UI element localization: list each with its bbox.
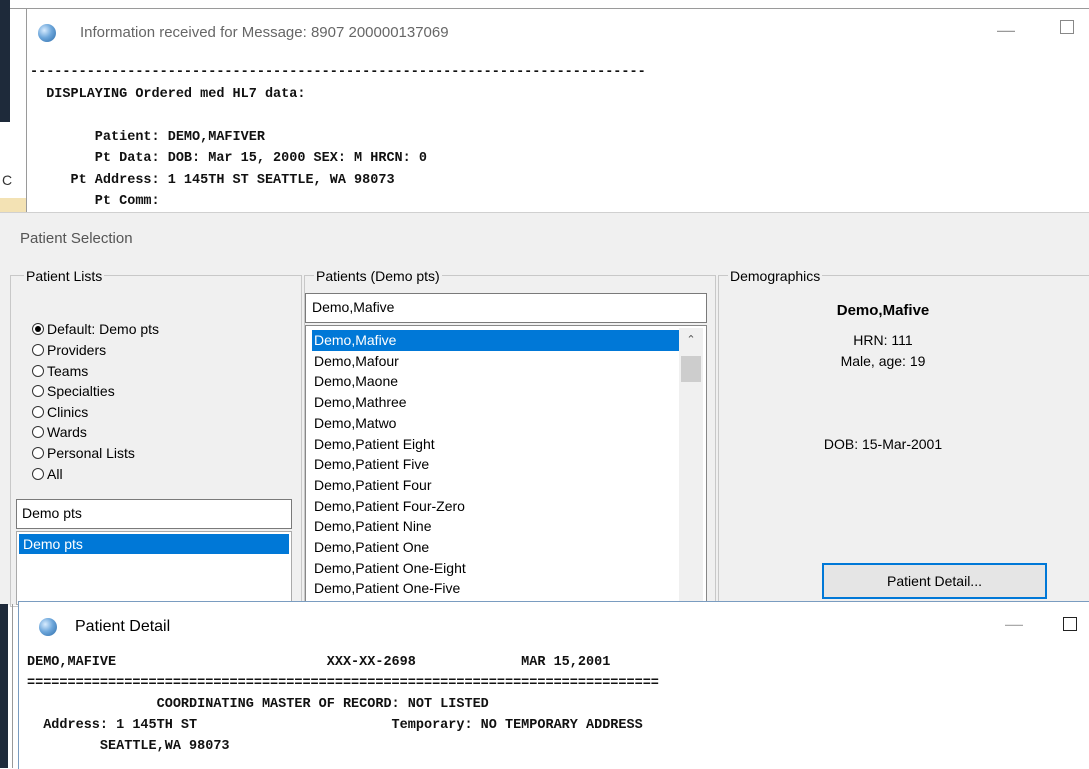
- radio-icon[interactable]: [32, 426, 44, 438]
- list-item[interactable]: Demo,Patient Eight: [312, 434, 680, 455]
- radio-label: Default: Demo pts: [47, 321, 160, 337]
- list-item[interactable]: Demo,Patient Nine: [312, 516, 680, 537]
- hl7-line: Pt Comm:: [30, 194, 160, 209]
- app-globe-icon: [38, 24, 56, 42]
- radio-icon[interactable]: [32, 365, 44, 377]
- scroll-up-arrow-icon[interactable]: ⌃: [679, 330, 703, 350]
- hl7-line: DISPLAYING Ordered med HL7 data:: [30, 86, 306, 102]
- background-window-edge: [0, 0, 10, 122]
- radio-label: Specialties: [47, 383, 115, 399]
- patient-search-input[interactable]: Demo,Mafive: [305, 293, 707, 323]
- demographics-dob: DOB: 15-Mar-2001: [823, 436, 943, 452]
- list-item[interactable]: Demo,Patient Four: [312, 475, 680, 496]
- hl7-window-titlebar[interactable]: Information received for Message: 8907 2…: [28, 10, 1089, 52]
- window-border: [12, 604, 13, 768]
- hl7-line: Patient: DEMO,MAFIVER: [30, 129, 265, 145]
- radio-icon[interactable]: [32, 406, 44, 418]
- detail-line: COORDINATING MASTER OF RECORD: NOT LISTE…: [27, 697, 489, 712]
- radio-default-demo-pts[interactable]: Default: Demo pts: [32, 319, 159, 339]
- list-item[interactable]: Demo,Patient One-Five: [312, 578, 680, 599]
- window-border: [26, 8, 27, 212]
- radio-all[interactable]: All: [32, 464, 63, 484]
- radio-label: Providers: [47, 342, 107, 358]
- radio-icon[interactable]: [32, 468, 44, 480]
- patient-selection-panel: Patient Selection Patient Lists Default:…: [0, 212, 1089, 607]
- radio-wards[interactable]: Wards: [32, 422, 87, 442]
- radio-icon[interactable]: [32, 447, 44, 459]
- patient-list-filter-input[interactable]: Demo pts: [16, 499, 292, 529]
- list-item[interactable]: Demo,Patient One-Eight: [312, 558, 680, 579]
- radio-teams[interactable]: Teams: [32, 361, 88, 381]
- hl7-window-title: Information received for Message: 8907 2…: [80, 24, 449, 41]
- maximize-icon[interactable]: [1060, 20, 1076, 36]
- minimize-icon[interactable]: —: [1004, 614, 1024, 635]
- background-window-fragment: C: [2, 172, 13, 188]
- radio-label: Personal Lists: [47, 445, 135, 461]
- window-border: [10, 8, 1089, 9]
- detail-line: Address: 1 145TH ST Temporary: NO TEMPOR…: [27, 718, 643, 733]
- radio-checked-icon[interactable]: [32, 323, 44, 335]
- list-item[interactable]: Demo,Mathree: [312, 392, 680, 413]
- patient-list-listbox[interactable]: Demo pts: [16, 531, 292, 605]
- radio-icon[interactable]: [32, 385, 44, 397]
- detail-line: ========================================…: [27, 676, 659, 691]
- radio-clinics[interactable]: Clinics: [32, 402, 88, 422]
- hl7-line: Pt Address: 1 145TH ST SEATTLE, WA 98073: [30, 172, 395, 188]
- hl7-line: ----------------------------------------…: [30, 65, 646, 80]
- radio-icon[interactable]: [32, 344, 44, 356]
- demographics-hrn: HRN: 111: [853, 332, 913, 348]
- demographics-label: Demographics: [728, 268, 823, 284]
- background-window-edge: [0, 604, 8, 768]
- panel-title: Patient Selection: [20, 230, 133, 247]
- app-globe-icon: [39, 618, 57, 636]
- radio-label: Wards: [47, 424, 87, 440]
- demographics-sex-age: Male, age: 19: [840, 353, 926, 369]
- detail-line: DEMO,MAFIVE XXX-XX-2698 MAR 15,2001: [27, 655, 611, 670]
- patient-detail-window-title: Patient Detail: [75, 618, 171, 635]
- patients-label: Patients (Demo pts): [314, 268, 442, 284]
- patient-lists-label: Patient Lists: [24, 268, 105, 284]
- hl7-line: Pt Data: DOB: Mar 15, 2000 SEX: M HRCN: …: [30, 151, 427, 166]
- patients-listbox[interactable]: Demo,Mafive Demo,Mafour Demo,Maone Demo,…: [305, 325, 707, 605]
- hl7-message-text: ----------------------------------------…: [30, 62, 646, 213]
- list-item[interactable]: Demo,Matwo: [312, 413, 680, 434]
- radio-label: Teams: [47, 363, 89, 379]
- minimize-icon[interactable]: —: [996, 20, 1016, 40]
- list-item[interactable]: Demo,Patient Five: [312, 454, 680, 475]
- list-item[interactable]: Demo,Maone: [312, 371, 680, 392]
- demographics-patient-name: Demo,Mafive: [836, 302, 930, 319]
- radio-personal-lists[interactable]: Personal Lists: [32, 443, 135, 463]
- hl7-line: ​: [30, 105, 646, 127]
- radio-providers[interactable]: Providers: [32, 340, 106, 360]
- radio-specialties[interactable]: Specialties: [32, 381, 115, 401]
- vertical-scrollbar[interactable]: ⌃: [679, 328, 703, 604]
- list-item[interactable]: Demo,Mafour: [312, 351, 680, 372]
- detail-line: SEATTLE,WA 98073: [27, 739, 230, 754]
- radio-label: Clinics: [47, 404, 89, 420]
- list-item[interactable]: Demo,Patient One: [312, 537, 680, 558]
- list-item[interactable]: Demo pts: [19, 534, 289, 554]
- background-window-edge: [0, 198, 26, 212]
- patient-detail-button[interactable]: Patient Detail...: [822, 563, 1047, 599]
- list-item[interactable]: Demo,Mafive: [312, 330, 680, 351]
- patient-detail-window: Patient Detail — DEMO,MAFIVE XXX-XX-2698…: [18, 601, 1089, 769]
- scrollbar-thumb[interactable]: [681, 356, 701, 382]
- list-item[interactable]: Demo,Patient Four-Zero: [312, 496, 680, 517]
- patient-detail-text: DEMO,MAFIVE XXX-XX-2698 MAR 15,2001 =====…: [27, 652, 659, 757]
- radio-label: All: [47, 466, 63, 482]
